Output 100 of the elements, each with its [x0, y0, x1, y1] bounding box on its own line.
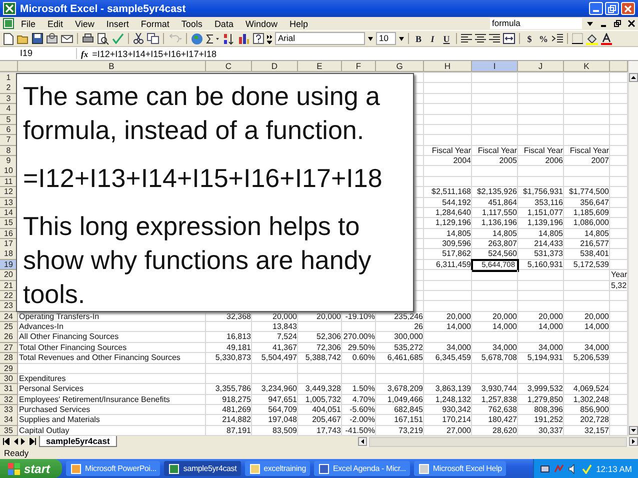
table-cell-text: 14,000 — [446, 322, 472, 332]
row-header[interactable]: 35 — [0, 426, 18, 436]
row-header[interactable]: 25 — [0, 322, 18, 332]
new-file-icon[interactable] — [3, 32, 14, 44]
fill-color-icon[interactable] — [586, 32, 598, 44]
column-header[interactable]: G — [376, 61, 424, 72]
chart-icon[interactable] — [238, 33, 250, 44]
table-cell-text: 34,000 — [446, 342, 472, 354]
table-cell-text: 5,160,931 — [526, 260, 564, 270]
first-sheet-icon[interactable] — [3, 438, 10, 445]
format-button[interactable]: B — [413, 34, 424, 44]
column-header[interactable]: I — [472, 61, 518, 72]
vertical-scrollbar[interactable] — [628, 61, 638, 436]
menu-item[interactable]: Insert — [101, 18, 134, 28]
column-header[interactable]: D — [252, 61, 298, 72]
scroll-down-icon[interactable] — [629, 426, 638, 435]
menu-item[interactable]: Window — [240, 18, 282, 28]
format-button[interactable]: U — [441, 34, 452, 44]
align-left-icon[interactable] — [461, 34, 472, 43]
start-button[interactable]: start — [0, 459, 62, 478]
row-header[interactable]: 28 — [0, 353, 18, 364]
column-header[interactable]: H — [424, 61, 472, 72]
scissors-icon[interactable] — [133, 33, 144, 44]
borders-icon[interactable] — [572, 33, 583, 44]
email-icon[interactable] — [61, 33, 73, 44]
close-button[interactable] — [621, 2, 635, 15]
dropdown-arrow-icon[interactable] — [399, 36, 404, 40]
column-header[interactable]: K — [564, 61, 610, 72]
taskbar-button[interactable]: exceltraining — [244, 461, 310, 476]
insert-function-label[interactable]: fx — [81, 48, 88, 58]
table-cell-text: -2.00% — [348, 415, 376, 426]
align-right-icon[interactable] — [489, 34, 500, 43]
table-cell-text: 72,306 — [316, 342, 342, 354]
table-cell-text: 1,284,640 — [434, 208, 472, 218]
copy-icon[interactable] — [147, 33, 159, 44]
font-color-icon[interactable] — [601, 32, 612, 44]
help-search-field[interactable]: formula — [490, 18, 582, 29]
column-header[interactable]: C — [206, 61, 252, 72]
menu-item[interactable]: View — [70, 18, 100, 28]
column-header[interactable]: J — [518, 61, 564, 72]
align-center-icon[interactable] — [475, 34, 486, 43]
taskbar-button[interactable]: Microsoft Excel Help — [414, 461, 506, 476]
scroll-right-icon[interactable] — [629, 437, 638, 446]
checkmark-icon[interactable] — [582, 464, 592, 474]
menu-item[interactable]: Format — [136, 18, 174, 28]
save-icon[interactable] — [32, 33, 43, 44]
table-cell: 5,32 — [610, 280, 628, 291]
app-icon — [250, 464, 260, 474]
print-preview-icon[interactable] — [97, 32, 109, 44]
number-format-button[interactable]: % — [538, 34, 549, 44]
row-header[interactable]: 32 — [0, 394, 18, 406]
formula-bar-input[interactable]: =I12+I13+I14+I15+I16+I17+I18 — [92, 48, 636, 58]
restore-icon[interactable] — [614, 20, 621, 27]
menu-item[interactable]: File — [16, 18, 41, 28]
globe-icon[interactable] — [191, 32, 203, 44]
format-button[interactable]: I — [427, 34, 438, 44]
toolbar-options-icon[interactable] — [267, 34, 272, 44]
table-cell-text: 918,275 — [221, 394, 252, 406]
row-header[interactable]: 29 — [0, 364, 18, 374]
indent-icon[interactable] — [552, 34, 563, 43]
row-header[interactable]: 27 — [0, 342, 18, 354]
row-header[interactable]: 31 — [0, 384, 18, 395]
network-icon[interactable] — [540, 464, 550, 474]
sigma-icon[interactable] — [206, 34, 220, 44]
restore-button[interactable] — [605, 2, 619, 15]
row-header[interactable]: 34 — [0, 415, 18, 426]
taskbar-button[interactable]: sample5yr4cast — [164, 461, 241, 476]
menu-item[interactable]: Help — [284, 18, 313, 28]
column-header[interactable]: E — [298, 61, 342, 72]
previous-sheet-icon[interactable] — [13, 438, 18, 445]
font-size-field[interactable]: 10 — [376, 32, 396, 45]
sort-ascending-icon[interactable] — [223, 32, 235, 44]
table-cell-text: 263,807 — [487, 239, 518, 250]
minimize-button[interactable] — [589, 2, 603, 15]
next-sheet-icon[interactable] — [21, 438, 26, 445]
dropdown-arrow-icon[interactable] — [368, 36, 373, 40]
menu-item[interactable]: Data — [209, 18, 238, 28]
help-icon[interactable] — [253, 33, 264, 44]
column-header[interactable]: B — [18, 61, 206, 72]
row-header[interactable]: 33 — [0, 405, 18, 416]
scroll-up-icon[interactable] — [629, 73, 638, 82]
column-header[interactable]: F — [342, 61, 376, 72]
last-sheet-icon[interactable] — [29, 438, 36, 445]
folder-icon[interactable] — [17, 34, 29, 44]
merge-center-icon[interactable] — [503, 33, 515, 44]
taskbar-button[interactable]: Excel Agenda - Micr... — [314, 461, 410, 476]
print-icon[interactable] — [82, 33, 94, 44]
close-icon[interactable] — [628, 20, 635, 27]
font-name-field[interactable]: Arial — [275, 32, 365, 45]
number-format-button[interactable]: $ — [524, 34, 535, 44]
app-icon — [169, 464, 180, 474]
dropdown-arrow-icon[interactable] — [587, 22, 593, 26]
sheet-tab[interactable]: sample5yr4cast — [39, 436, 117, 447]
taskbar-button[interactable]: Microsoft PowerPoi... — [66, 461, 160, 476]
menu-item[interactable]: Edit — [42, 18, 68, 28]
menu-item[interactable]: Tools — [176, 18, 208, 28]
scroll-left-icon[interactable] — [358, 437, 367, 446]
row-header[interactable]: 24 — [0, 312, 18, 322]
row-header[interactable]: 26 — [0, 332, 18, 343]
row-header[interactable]: 30 — [0, 374, 18, 384]
